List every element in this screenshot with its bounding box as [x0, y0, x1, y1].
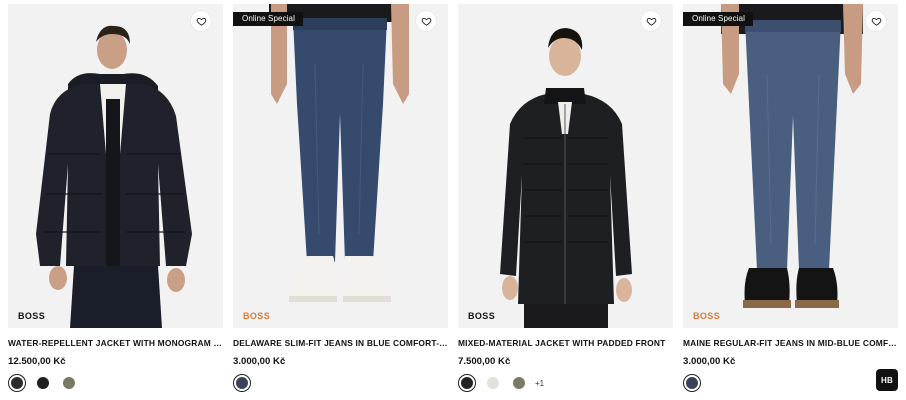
- product-photo: [233, 4, 448, 328]
- hb-badge[interactable]: HB: [876, 369, 898, 391]
- color-swatches: [8, 373, 86, 393]
- wishlist-button[interactable]: [866, 11, 886, 31]
- heart-outline-icon: [421, 17, 431, 26]
- brand-label: BOSS: [18, 311, 46, 321]
- product-card[interactable]: BOSS WATER-REPELLENT JACKET WITH MONOGRA…: [8, 4, 223, 400]
- wishlist-button[interactable]: [416, 11, 436, 31]
- color-swatch[interactable]: [484, 374, 502, 392]
- heart-outline-icon: [196, 17, 206, 26]
- color-swatch[interactable]: [8, 374, 26, 392]
- product-photo: [458, 4, 673, 328]
- product-grid: BOSS WATER-REPELLENT JACKET WITH MONOGRA…: [8, 4, 898, 400]
- product-image[interactable]: Online Special BOSS: [233, 4, 448, 328]
- product-card[interactable]: BOSS MIXED-MATERIAL JACKET WITH PADDED F…: [458, 4, 673, 400]
- product-image[interactable]: BOSS: [458, 4, 673, 328]
- wishlist-button[interactable]: [641, 11, 661, 31]
- color-swatch[interactable]: [510, 374, 528, 392]
- product-title[interactable]: MIXED-MATERIAL JACKET WITH PADDED FRONT: [458, 338, 673, 348]
- color-swatches: +1: [458, 373, 544, 393]
- product-photo: [683, 4, 898, 328]
- brand-label: BOSS: [468, 311, 496, 321]
- color-swatch[interactable]: [683, 374, 701, 392]
- product-price: 3.000,00 Kč: [233, 356, 286, 367]
- product-card[interactable]: Online Special BOSS DELAWARE SLIM-FIT JE…: [233, 4, 448, 400]
- brand-label: BOSS: [693, 311, 721, 321]
- color-swatch[interactable]: [34, 374, 52, 392]
- color-swatch[interactable]: [233, 374, 251, 392]
- color-swatches: [233, 373, 259, 393]
- product-price: 12.500,00 Kč: [8, 356, 66, 367]
- heart-outline-icon: [646, 17, 656, 26]
- product-title[interactable]: WATER-REPELLENT JACKET WITH MONOGRAM JAC…: [8, 338, 223, 348]
- online-special-badge: Online Special: [233, 12, 303, 26]
- heart-outline-icon: [871, 17, 881, 26]
- product-image[interactable]: BOSS: [8, 4, 223, 328]
- wishlist-button[interactable]: [191, 11, 211, 31]
- product-image[interactable]: Online Special BOSS: [683, 4, 898, 328]
- brand-label: BOSS: [243, 311, 271, 321]
- product-price: 7.500,00 Kč: [458, 356, 511, 367]
- more-colors-count[interactable]: +1: [535, 379, 544, 388]
- color-swatches: [683, 373, 709, 393]
- online-special-badge: Online Special: [683, 12, 753, 26]
- product-title[interactable]: MAINE REGULAR-FIT JEANS IN MID-BLUE COMF…: [683, 338, 898, 348]
- product-title[interactable]: DELAWARE SLIM-FIT JEANS IN BLUE COMFORT-…: [233, 338, 448, 348]
- color-swatch[interactable]: [458, 374, 476, 392]
- product-price: 3.000,00 Kč: [683, 356, 736, 367]
- color-swatch[interactable]: [60, 374, 78, 392]
- product-card[interactable]: Online Special BOSS MAINE REGULAR-FIT JE…: [683, 4, 898, 400]
- product-photo: [8, 4, 223, 328]
